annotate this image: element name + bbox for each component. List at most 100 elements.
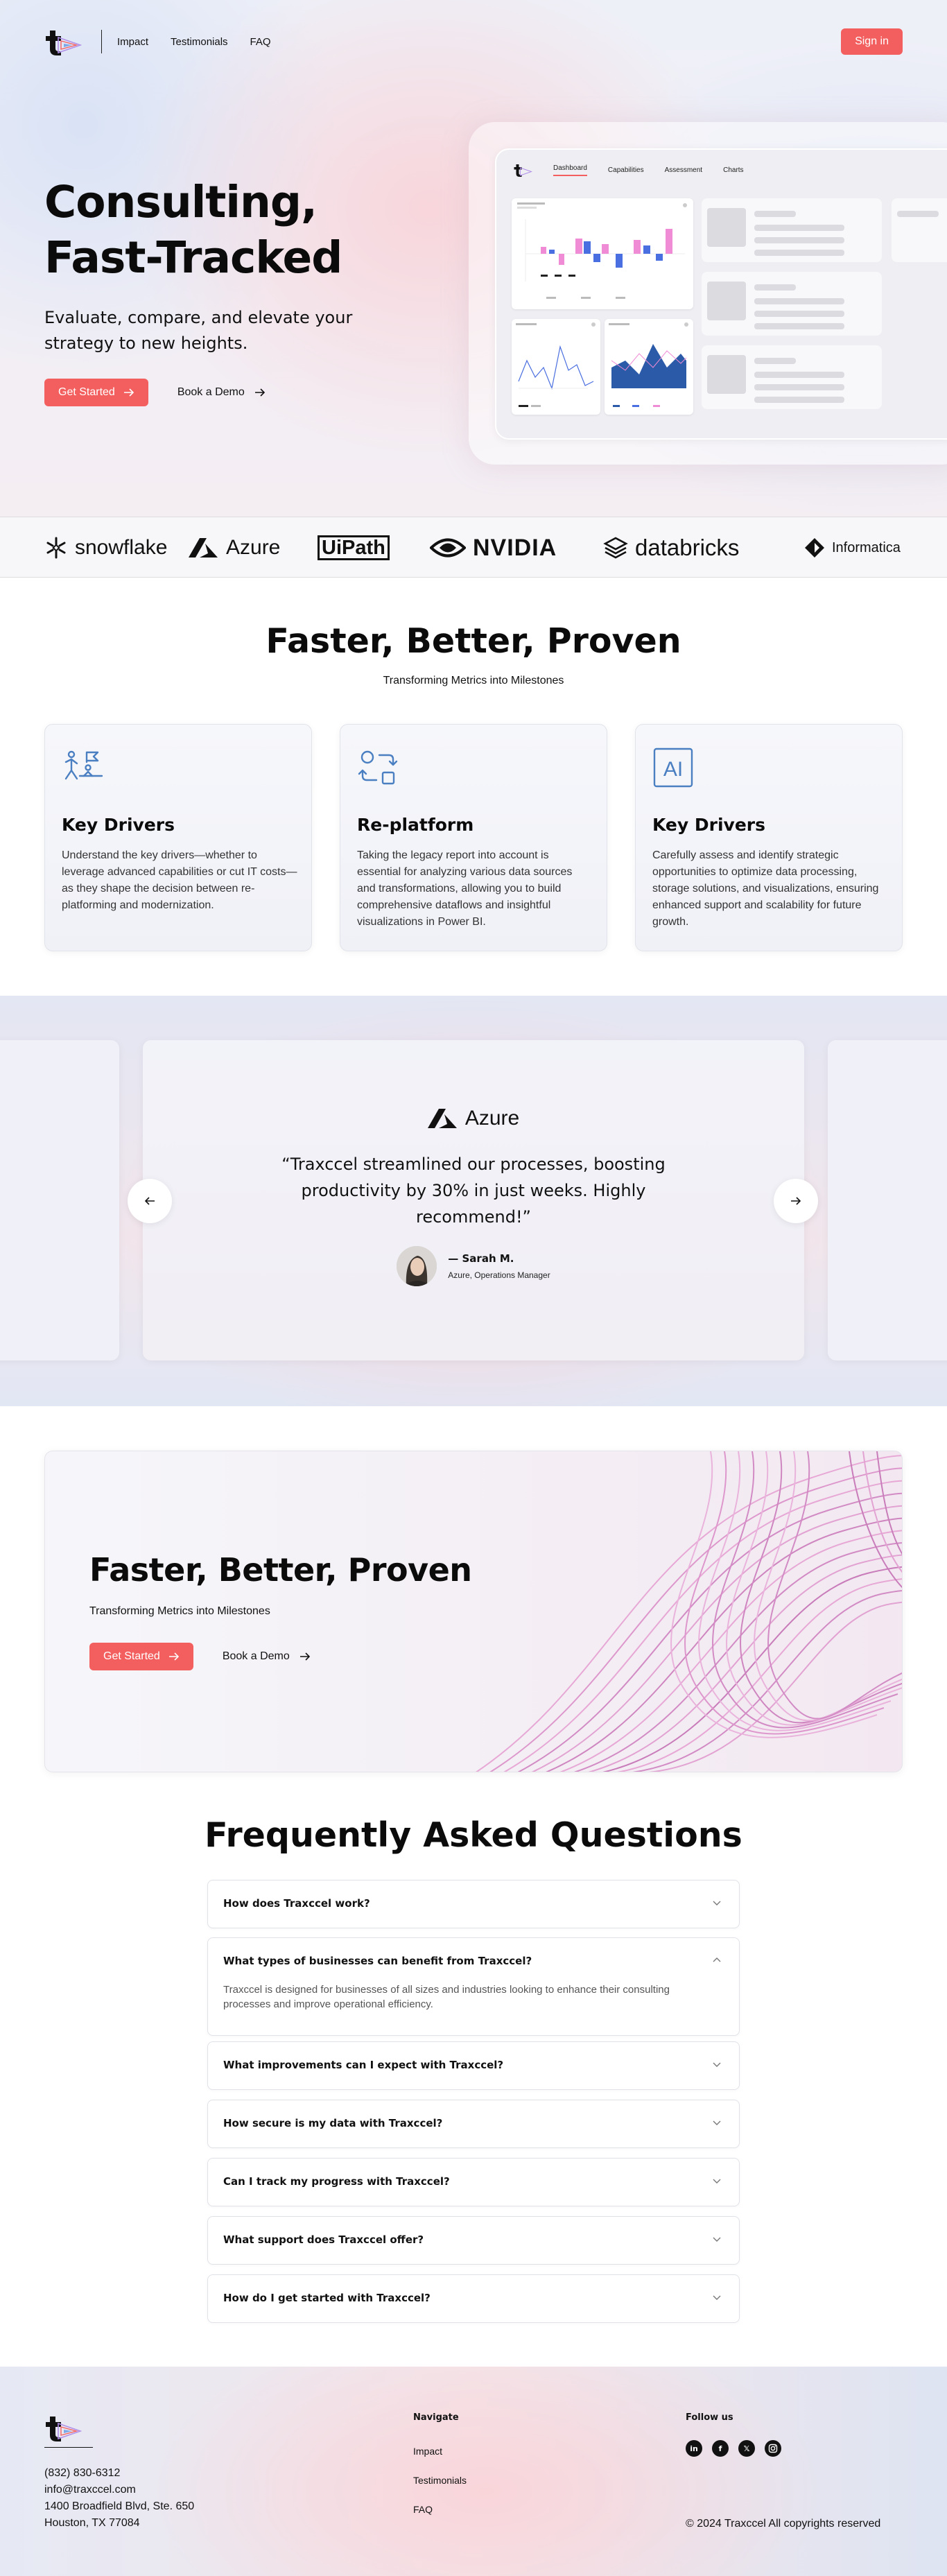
abstract-ribbon-graphic: [476, 1451, 902, 1772]
cta-subtitle: Transforming Metrics into Milestones: [89, 1605, 270, 1617]
testimonial-quote: “Traxccel streamlined our processes, boo…: [281, 1155, 666, 1227]
placeholder-thumb: [707, 355, 746, 394]
placeholder-line: [754, 298, 844, 304]
team-goal-icon: [64, 750, 103, 780]
faq-question: What improvements can I expect with Trax…: [223, 2059, 504, 2071]
copyright-text: © 2024 Traxccel All copyrights reserved: [686, 2518, 881, 2530]
instagram-icon[interactable]: [765, 2440, 781, 2457]
hero-title: Consulting, Fast-Tracked: [44, 175, 433, 286]
footer-divider: [44, 2447, 93, 2448]
book-demo-button[interactable]: Book a Demo: [177, 386, 266, 399]
faq-answer: Traxccel is designed for businesses of a…: [223, 1984, 670, 2010]
preview-bar-chart: [517, 202, 687, 299]
cta-book-demo-label: Book a Demo: [222, 1650, 290, 1662]
testimonial-brand-name: Azure: [464, 1107, 520, 1130]
faq-question: What support does Traxccel offer?: [223, 2233, 424, 2246]
dashboard-preview: Dashboard Capabilities Assessment Charts: [469, 122, 947, 465]
placeholder-line: [754, 250, 844, 256]
footer-contact: (832) 830-6312 info@traxccel.com 1400 Br…: [44, 2465, 194, 2532]
dashboard-preview-window: Dashboard Capabilities Assessment Charts: [495, 148, 947, 440]
preview-tab-assessment: Assessment: [664, 166, 703, 174]
hero-cta-group: Get Started Book a Demo: [44, 379, 266, 406]
book-demo-label: Book a Demo: [177, 386, 245, 398]
footer-phone[interactable]: (832) 830-6312: [44, 2465, 194, 2482]
placeholder-thumb: [707, 208, 746, 247]
preview-placeholder-card: [702, 272, 882, 336]
footer-link-faq[interactable]: FAQ: [413, 2504, 433, 2515]
nvidia-eye-icon: [430, 538, 466, 557]
testimonial-brand: Azure: [143, 1107, 804, 1130]
footer-link-testimonials[interactable]: Testimonials: [413, 2475, 467, 2486]
chevron-down-icon: [713, 2062, 721, 2067]
faq-item[interactable]: How do I get started with Traxccel?: [207, 2274, 740, 2323]
chevron-down-icon: [713, 2120, 721, 2125]
testimonial-author: — Sarah M. Azure, Operations Manager: [143, 1246, 804, 1286]
snowflake-logo: snowflake: [44, 517, 167, 578]
azure-logo: Azure: [189, 517, 280, 578]
linkedin-icon[interactable]: in: [686, 2440, 702, 2457]
testimonial-card-next[interactable]: [828, 1040, 947, 1360]
chevron-down-icon: [713, 2295, 721, 2300]
placeholder-line: [754, 225, 844, 231]
testimonial-card: Azure “Traxccel streamlined our processe…: [143, 1040, 804, 1360]
faq-item[interactable]: What improvements can I expect with Trax…: [207, 2041, 740, 2090]
uipath-logo: UiPath: [318, 517, 390, 578]
get-started-button[interactable]: Get Started: [44, 379, 148, 406]
preview-line-chart-card: [512, 319, 600, 415]
faq-item[interactable]: What support does Traxccel offer?: [207, 2216, 740, 2265]
faq-item[interactable]: How does Traxccel work?: [207, 1880, 740, 1928]
snowflake-icon: [46, 537, 66, 559]
arrow-left-icon: [144, 1197, 155, 1205]
hero-title-line2: Fast-Tracked: [44, 232, 342, 283]
cta-banner: Faster, Better, Proven Transforming Metr…: [44, 1451, 903, 1772]
informatica-icon: [805, 538, 824, 557]
arrow-right-icon: [791, 1197, 801, 1205]
partner-logo-strip: snowflake Azure UiPath NVIDIA databricks: [0, 517, 947, 578]
chevron-down-icon: [713, 2179, 721, 2184]
placeholder-line: [754, 284, 796, 291]
cta-get-started-button[interactable]: Get Started: [89, 1643, 193, 1670]
footer-navigate-title: Navigate: [413, 2412, 459, 2423]
cta-book-demo-button[interactable]: Book a Demo: [223, 1650, 311, 1663]
footer: (832) 830-6312 info@traxccel.com 1400 Br…: [0, 2367, 947, 2576]
placeholder-line: [754, 358, 796, 364]
feature-text: Understand the key drivers—whether to le…: [62, 849, 297, 911]
preview-placeholder-card: [702, 198, 882, 262]
testimonial-card-prev[interactable]: [0, 1040, 119, 1360]
nav-link-testimonials[interactable]: Testimonials: [171, 36, 228, 48]
placeholder-line: [754, 372, 844, 378]
faq-question: How do I get started with Traxccel?: [223, 2292, 431, 2304]
testimonial-author-name: — Sarah M.: [448, 1252, 514, 1265]
nav-divider: [101, 30, 102, 53]
azure-icon: [189, 538, 218, 557]
traxccel-logo[interactable]: [44, 26, 82, 57]
carousel-prev-button[interactable]: [128, 1179, 172, 1223]
sign-in-button[interactable]: Sign in: [841, 28, 903, 55]
arrow-right-icon: [299, 1652, 310, 1661]
chevron-down-icon: [713, 2237, 721, 2242]
databricks-icon: [603, 537, 628, 559]
footer-link-impact[interactable]: Impact: [413, 2446, 442, 2457]
placeholder-line: [754, 311, 844, 317]
cta-title: Faster, Better, Proven: [89, 1551, 472, 1589]
placeholder-line: [754, 384, 844, 390]
footer-logo[interactable]: [44, 2412, 82, 2443]
placeholder-thumb: [707, 282, 746, 320]
feature-title: Re-platform: [357, 815, 474, 835]
chevron-up-icon: [713, 1957, 721, 1962]
nav-link-impact[interactable]: Impact: [117, 36, 148, 48]
carousel-next-button[interactable]: [774, 1179, 818, 1223]
nav-link-faq[interactable]: FAQ: [250, 36, 271, 48]
preview-bar-chart-card: [512, 198, 693, 309]
arrow-right-icon: [254, 388, 265, 397]
footer-email[interactable]: info@traxccel.com: [44, 2482, 194, 2498]
facebook-icon[interactable]: f: [712, 2440, 729, 2457]
footer-follow-title: Follow us: [686, 2412, 733, 2423]
faq-item-expanded[interactable]: What types of businesses can benefit fro…: [207, 1937, 740, 2036]
preview-tabs: Dashboard Capabilities Assessment Charts: [513, 162, 744, 178]
x-icon[interactable]: 𝕏: [738, 2440, 755, 2457]
faq-item[interactable]: How secure is my data with Traxccel?: [207, 2100, 740, 2148]
uipath-wordmark: UiPath: [318, 535, 390, 560]
faq-item[interactable]: Can I track my progress with Traxccel?: [207, 2158, 740, 2206]
feature-card-key-drivers: Key Drivers Understand the key drivers—w…: [44, 724, 312, 951]
